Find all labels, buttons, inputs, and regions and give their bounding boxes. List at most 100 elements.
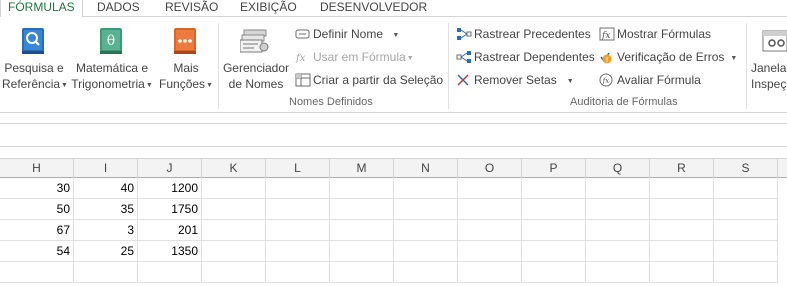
math-trig-button[interactable]: Matemática e Trigonometria▼ (70, 60, 154, 94)
cell[interactable]: 3 (74, 220, 138, 241)
name-manager-label-line1: Gerenciador (222, 61, 290, 75)
cell[interactable]: 25 (74, 241, 138, 262)
cell[interactable] (202, 262, 266, 283)
create-from-selection-button[interactable]: Criar a partir da Seleção (295, 71, 445, 89)
cell[interactable]: 1350 (138, 241, 202, 262)
error-checking-button[interactable]: ! Verificação de Erros ▼ (599, 48, 741, 66)
cell[interactable]: 35 (74, 199, 138, 220)
use-in-formula-button[interactable]: fx Usar em Fórmula▼ (295, 48, 445, 66)
cell[interactable] (650, 241, 714, 262)
cell[interactable] (714, 241, 778, 262)
cell[interactable] (138, 262, 202, 283)
cell[interactable] (586, 241, 650, 262)
column-header[interactable]: H (0, 159, 74, 178)
cell[interactable] (586, 199, 650, 220)
cell[interactable] (458, 178, 522, 199)
cell[interactable]: 1200 (138, 178, 202, 199)
formula-bar-area (0, 113, 787, 158)
cell[interactable] (0, 262, 74, 283)
lookup-reference-button[interactable]: Pesquisa e Referência▼ (2, 60, 68, 94)
cell[interactable] (266, 241, 330, 262)
remove-arrows-button[interactable]: Remover Setas ▼ (456, 71, 576, 89)
cell[interactable] (330, 199, 394, 220)
column-header[interactable]: L (266, 159, 330, 178)
cell[interactable] (586, 178, 650, 199)
cell[interactable] (650, 262, 714, 283)
more-functions-book-icon (172, 27, 198, 58)
column-header[interactable]: K (202, 159, 266, 178)
cell[interactable] (394, 220, 458, 241)
cell[interactable]: 67 (0, 220, 74, 241)
column-header[interactable]: M (330, 159, 394, 178)
cell[interactable] (522, 262, 586, 283)
cell[interactable] (266, 220, 330, 241)
cell[interactable] (650, 199, 714, 220)
cell[interactable] (458, 220, 522, 241)
cell[interactable]: 30 (0, 178, 74, 199)
cell[interactable] (458, 262, 522, 283)
dropdown-caret-icon: ▼ (406, 55, 414, 62)
cell[interactable] (330, 262, 394, 283)
formula-bar[interactable] (0, 123, 787, 147)
trace-precedents-button[interactable]: Rastrear Precedentes (456, 25, 594, 43)
cell[interactable] (394, 199, 458, 220)
cell[interactable] (650, 178, 714, 199)
tab-view[interactable]: EXIBIÇÃO (240, 0, 297, 16)
cell[interactable] (586, 220, 650, 241)
cell[interactable] (330, 178, 394, 199)
cell[interactable]: 40 (74, 178, 138, 199)
remove-arrows-icon (456, 73, 472, 87)
cell[interactable]: 1750 (138, 199, 202, 220)
cell[interactable] (74, 262, 138, 283)
cell[interactable] (394, 178, 458, 199)
cell[interactable] (266, 199, 330, 220)
show-formulas-button[interactable]: fx Mostrar Fórmulas (599, 25, 727, 43)
cell[interactable] (202, 178, 266, 199)
cell[interactable] (202, 199, 266, 220)
cell[interactable] (330, 220, 394, 241)
column-header[interactable]: Q (586, 159, 650, 178)
cell[interactable] (522, 220, 586, 241)
cell[interactable] (266, 178, 330, 199)
cell[interactable] (586, 262, 650, 283)
cell[interactable]: 50 (0, 199, 74, 220)
define-name-button[interactable]: Definir Nome ▼ (295, 25, 445, 43)
cell[interactable] (714, 262, 778, 283)
cell[interactable] (266, 262, 330, 283)
trace-dependents-button[interactable]: Rastrear Dependentes (456, 48, 596, 66)
cell[interactable] (330, 241, 394, 262)
column-header[interactable]: S (714, 159, 778, 178)
cell[interactable]: 201 (138, 220, 202, 241)
tab-formulas[interactable]: FÓRMULAS (0, 0, 83, 17)
column-header[interactable]: P (522, 159, 586, 178)
tab-review[interactable]: REVISÃO (165, 0, 218, 16)
cell[interactable] (202, 241, 266, 262)
cell[interactable] (458, 199, 522, 220)
cell[interactable] (394, 262, 458, 283)
column-header-row: H I J K L M N O P Q R S (0, 158, 787, 178)
column-header[interactable]: R (650, 159, 714, 178)
cell[interactable] (650, 220, 714, 241)
column-header[interactable]: I (74, 159, 138, 178)
cell[interactable] (714, 178, 778, 199)
watch-window-button[interactable]: Janela Inspeç (751, 60, 787, 92)
cell[interactable] (202, 220, 266, 241)
cell[interactable]: 54 (0, 241, 74, 262)
cell[interactable] (714, 199, 778, 220)
cell[interactable] (394, 241, 458, 262)
watch-window-label-line1: Janela (751, 61, 787, 75)
column-header[interactable]: O (458, 159, 522, 178)
evaluate-formula-button[interactable]: fx Avaliar Fórmula (599, 71, 709, 89)
cell[interactable] (522, 199, 586, 220)
cell[interactable] (522, 178, 586, 199)
tab-data[interactable]: DADOS (97, 0, 140, 16)
name-manager-button[interactable]: Gerenciador de Nomes (222, 60, 290, 92)
tab-developer[interactable]: DESENVOLVEDOR (320, 0, 427, 16)
column-header[interactable]: J (138, 159, 202, 178)
more-functions-button[interactable]: Mais Funções▼ (158, 60, 214, 94)
column-header[interactable]: N (394, 159, 458, 178)
cell[interactable] (522, 241, 586, 262)
worksheet-grid[interactable]: H I J K L M N O P Q R S 30 40 1200 50 35… (0, 158, 787, 286)
cell[interactable] (458, 241, 522, 262)
cell[interactable] (714, 220, 778, 241)
